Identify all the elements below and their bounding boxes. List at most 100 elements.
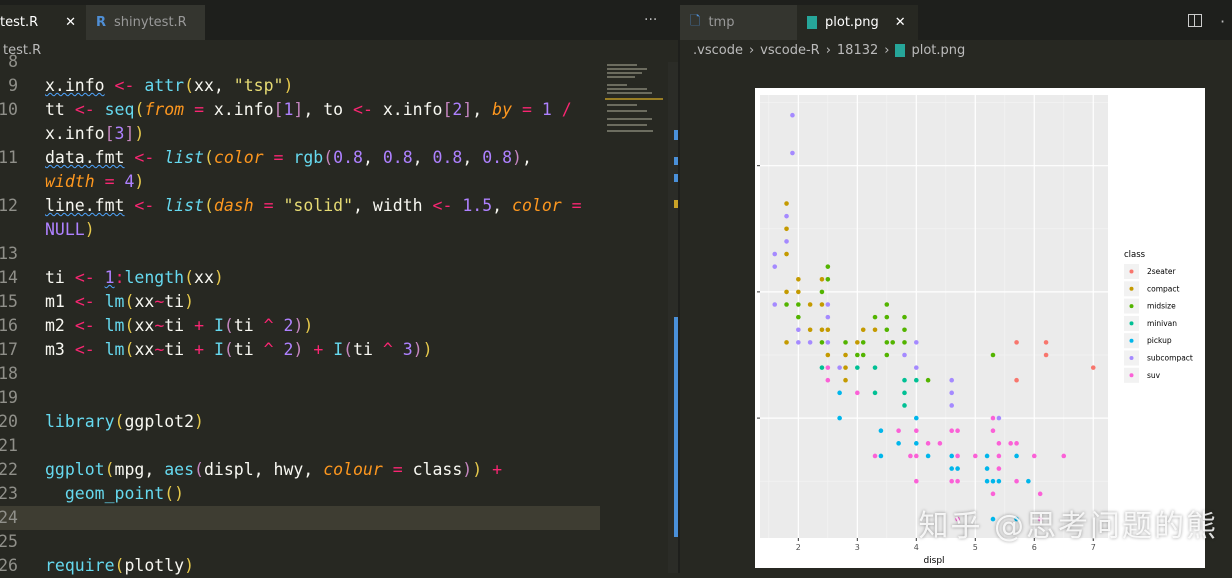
line-number: 15	[0, 292, 18, 311]
code-line[interactable]: 14 ti <- 1:length(xx)	[0, 266, 600, 290]
data-point	[784, 289, 789, 295]
code-line[interactable]: x.info[3])	[0, 122, 600, 146]
data-point	[860, 352, 866, 358]
legend-swatch	[1129, 286, 1134, 291]
data-point	[807, 340, 813, 345]
code-token: I	[213, 316, 224, 335]
code-line[interactable]: 8	[0, 50, 600, 74]
code-line[interactable]: width = 4)	[0, 170, 600, 194]
code-line[interactable]: 17 m3 <- lm(xx~ti + I(ti ^ 2) + I(ti ^ 3)…	[0, 338, 600, 362]
data-point	[784, 239, 789, 244]
code-token: aes	[164, 460, 195, 479]
minimap[interactable]	[605, 62, 665, 142]
code-line[interactable]: 24	[0, 506, 600, 530]
data-point	[872, 390, 878, 396]
data-point	[796, 327, 801, 333]
code-text: geom_point()	[45, 482, 184, 506]
plot-breadcrumb: .vscode › vscode-R › 18132 › plot.png	[693, 43, 965, 58]
breadcrumb-item[interactable]: plot.png	[911, 43, 965, 58]
code-line[interactable]: 15 m1 <- lm(xx~ti)	[0, 290, 600, 314]
code-token: (	[223, 316, 234, 335]
tab-shinytest-r[interactable]: R shinytest.R	[86, 5, 205, 40]
tab-label: shinytest.R	[114, 15, 187, 30]
code-text: m2 <- lm(xx~ti + I(ti ^ 2))	[45, 314, 313, 338]
more-actions-button[interactable]: ·	[1220, 12, 1225, 31]
breadcrumb-item[interactable]: vscode-R	[760, 43, 820, 58]
code-token: ti	[233, 316, 264, 335]
code-token: ggplot	[45, 460, 105, 479]
code-token: )	[293, 316, 304, 335]
data-point	[790, 112, 795, 118]
code-line[interactable]: 12 line.fmt <- list(dash = "solid", width…	[0, 194, 600, 218]
code-token: ti	[164, 292, 185, 311]
code-token: :	[114, 268, 125, 287]
code-token: )	[134, 172, 145, 191]
tab-test-r[interactable]: test.R ✕	[0, 5, 86, 40]
code-line[interactable]: NULL)	[0, 218, 600, 242]
tab-plot-png[interactable]: plot.png ✕	[797, 5, 918, 40]
code-token: 0.8	[482, 148, 513, 167]
breadcrumb-item[interactable]: 18132	[837, 43, 878, 58]
data-point	[984, 453, 990, 459]
code-line[interactable]: 26 require(plotly)	[0, 554, 600, 578]
data-point	[825, 377, 831, 383]
close-icon[interactable]: ✕	[65, 15, 76, 30]
code-line[interactable]: 23 geom_point()	[0, 482, 600, 506]
breadcrumb-item[interactable]: .vscode	[693, 43, 743, 58]
code-token: 1.5	[462, 196, 493, 215]
line-number: 10	[0, 100, 18, 119]
code-token: )	[213, 268, 224, 287]
data-point	[796, 302, 801, 307]
code-line[interactable]: 16 m2 <- lm(xx~ti + I(ti ^ 2))	[0, 314, 600, 338]
code-line[interactable]: 22 ggplot(mpg, aes(displ, hwy, colour = c…	[0, 458, 600, 482]
line-number: 21	[0, 436, 18, 455]
data-point	[819, 365, 825, 370]
more-actions-button[interactable]: ···	[644, 12, 657, 28]
code-token: (	[203, 148, 214, 167]
data-point	[825, 327, 831, 333]
code-token: (	[124, 292, 135, 311]
data-point	[949, 428, 954, 434]
data-point	[825, 365, 831, 370]
code-line[interactable]: 19	[0, 386, 600, 410]
data-point	[1090, 365, 1096, 370]
tab-tmp[interactable]: 🗋 tmp	[680, 5, 797, 40]
code-token: xx	[134, 316, 155, 335]
code-line[interactable]: 11 data.fmt <- list(color = rgb(0.8, 0.8,…	[0, 146, 600, 170]
code-token: length	[124, 268, 185, 287]
data-point	[914, 340, 919, 345]
split-editor-icon[interactable]	[1188, 14, 1202, 27]
data-point	[860, 327, 866, 333]
code-token: )	[134, 124, 145, 143]
close-icon[interactable]: ✕	[895, 15, 906, 30]
code-text: line.fmt <- list(dash = "solid", width <…	[45, 194, 582, 218]
code-line[interactable]: 21	[0, 434, 600, 458]
code-token: xx	[194, 268, 214, 287]
code-token: (	[184, 268, 195, 287]
legend-swatch	[1129, 373, 1134, 378]
data-point	[1061, 453, 1067, 459]
code-token: m2	[45, 316, 75, 335]
x-tick-label: 2	[796, 543, 801, 552]
code-token: <-	[432, 196, 453, 215]
code-token: class	[402, 460, 463, 479]
code-line[interactable]: 13	[0, 242, 600, 266]
code-token: ,	[472, 100, 493, 119]
data-point	[860, 340, 866, 345]
code-line[interactable]: 25	[0, 530, 600, 554]
code-line[interactable]: 9 x.info <- attr(xx, "tsp")	[0, 74, 600, 98]
code-line[interactable]: 10 tt <- seq(from = x.info[1], to <- x.in…	[0, 98, 600, 122]
data-point	[896, 428, 901, 434]
data-point	[955, 453, 960, 459]
group-divider[interactable]	[678, 0, 680, 573]
data-point	[784, 213, 789, 219]
code-line[interactable]: 18	[0, 362, 600, 386]
line-number: 14	[0, 268, 18, 287]
legend-swatch	[1129, 269, 1134, 274]
data-point	[914, 377, 919, 383]
legend-label: suv	[1147, 371, 1161, 380]
code-line[interactable]: 20 library(ggplot2)	[0, 410, 600, 434]
line-number: 17	[0, 340, 18, 359]
